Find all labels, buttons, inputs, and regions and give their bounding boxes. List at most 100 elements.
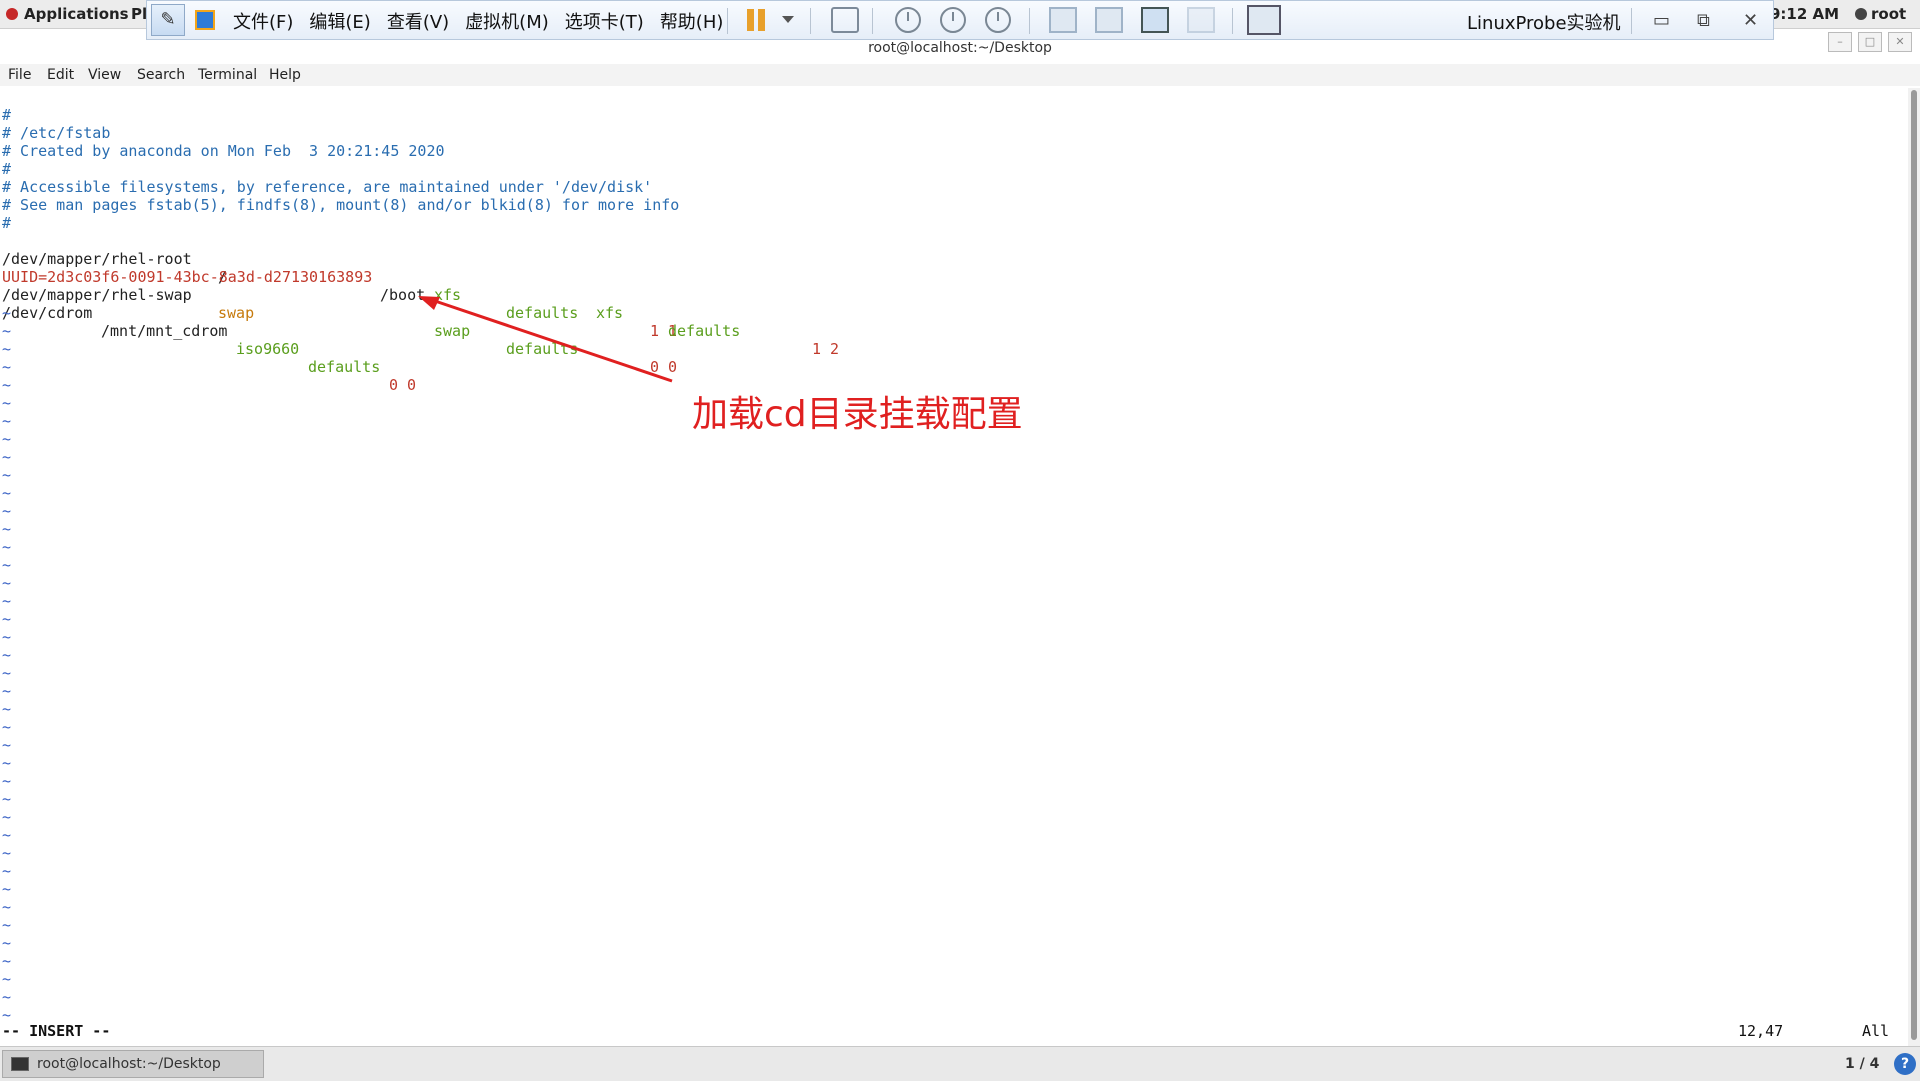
tilde-line: ~: [2, 880, 12, 898]
console-view-icon[interactable]: [1247, 5, 1281, 35]
clock[interactable]: 9:12 AM: [1770, 5, 1839, 23]
tilde-line: ~: [2, 646, 12, 664]
cdrom-mount: /mnt/mnt_cdrom: [101, 322, 228, 340]
tilde-line: ~: [2, 736, 12, 754]
cdrom-nums: 0 0: [389, 376, 417, 394]
user-menu[interactable]: root: [1855, 5, 1906, 23]
terminal-scrollbar[interactable]: [1908, 88, 1920, 1046]
user-label: root: [1871, 5, 1907, 23]
tilde-line: ~: [2, 322, 12, 340]
boot-nums: 1 2: [812, 340, 840, 358]
user-icon: [1855, 8, 1867, 20]
tilde-line: ~: [2, 898, 12, 916]
help-icon[interactable]: ?: [1894, 1053, 1916, 1075]
tilde-line: ~: [2, 592, 12, 610]
swap-fs: swap: [434, 322, 471, 340]
menu-vm[interactable]: 虚拟机(M): [465, 8, 549, 34]
tilde-line: ~: [2, 718, 12, 736]
tilde-line: ~: [2, 556, 12, 574]
swap-nums: 0 0: [650, 358, 678, 376]
sidebar-view-icon[interactable]: [1049, 7, 1077, 33]
fstab-swap-line: /dev/mapper/rhel-swap swap swap defaults…: [2, 268, 1002, 376]
tilde-line: ~: [2, 628, 12, 646]
scrollbar-thumb[interactable]: [1911, 90, 1917, 1040]
comment-line: #: [2, 160, 12, 178]
menu-help[interactable]: 帮助(H): [660, 8, 724, 34]
tilde-line: ~: [2, 952, 12, 970]
tilde-line: ~: [2, 448, 12, 466]
tilde-line: ~: [2, 664, 12, 682]
tilde-line: ~: [2, 790, 12, 808]
tilde-line: ~: [2, 700, 12, 718]
fullscreen-icon[interactable]: [1141, 7, 1169, 33]
pause-icon[interactable]: [745, 7, 773, 33]
window-maximize-icon[interactable]: □: [1858, 32, 1882, 52]
terminal-menu-edit[interactable]: Edit: [47, 67, 74, 83]
menu-file[interactable]: 文件(F): [233, 8, 293, 34]
terminal-menubar: File Edit View Search Terminal Help: [0, 64, 1920, 86]
close-icon[interactable]: ✕: [1743, 10, 1758, 31]
tilde-line: ~: [2, 826, 12, 844]
cdrom-device: /dev/cdrom: [2, 304, 93, 322]
tilde-line: ~: [2, 970, 12, 988]
tilde-line: ~: [2, 772, 12, 790]
taskbar-window-button[interactable]: root@localhost:~/Desktop: [2, 1050, 264, 1078]
comment-line: # Accessible filesystems, by reference, …: [2, 178, 653, 196]
boot-fs: xfs: [596, 304, 624, 322]
vm-library-icon[interactable]: [195, 10, 215, 30]
tilde-line: ~: [2, 754, 12, 772]
fstab-root-line: /dev/mapper/rhel-root / xfs defaults 1 1: [2, 232, 1002, 340]
window-close-icon[interactable]: ✕: [1888, 32, 1912, 52]
tilde-line: ~: [2, 502, 12, 520]
redhat-icon: [6, 8, 18, 20]
vm-title: LinuxProbe实验机: [1467, 13, 1621, 34]
vmware-toolbar: ✎ 文件(F) 编辑(E) 查看(V) 虚拟机(M) 选项卡(T) 帮助(H) …: [146, 0, 1774, 40]
scroll-position: All: [1862, 1022, 1890, 1040]
comment-line: # See man pages fstab(5), findfs(8), mou…: [2, 196, 680, 214]
send-ctrl-alt-del-icon[interactable]: [831, 7, 859, 33]
root-opts: defaults: [506, 304, 579, 322]
minimize-icon[interactable]: ▭: [1653, 10, 1670, 31]
revert-snapshot-icon[interactable]: [940, 7, 966, 33]
restore-icon[interactable]: ⧉: [1697, 10, 1710, 31]
applications-menu[interactable]: Applications: [6, 5, 129, 23]
terminal-menu-view[interactable]: View: [88, 67, 121, 83]
tilde-line: ~: [2, 808, 12, 826]
separator: [1232, 8, 1233, 34]
snapshot-icon[interactable]: [895, 7, 921, 33]
swap-opts: defaults: [506, 340, 579, 358]
workspace-pager[interactable]: 1 / 4: [1845, 1056, 1879, 1072]
cdrom-fs: iso9660: [236, 340, 300, 358]
terminal-menu-file[interactable]: File: [8, 67, 31, 83]
terminal-menu-search[interactable]: Search: [137, 67, 185, 83]
comment-line: # Created by anaconda on Mon Feb 3 20:21…: [2, 142, 445, 160]
tilde-line: ~: [2, 862, 12, 880]
terminal-menu-help[interactable]: Help: [269, 67, 301, 83]
terminal-menu-terminal[interactable]: Terminal: [198, 67, 257, 83]
tilde-line: ~: [2, 340, 12, 358]
snapshot-manager-icon[interactable]: [985, 7, 1011, 33]
places-menu[interactable]: Pl: [131, 5, 147, 23]
terminal-content[interactable]: # # /etc/fstab # Created by anaconda on …: [0, 88, 1908, 1048]
pin-icon[interactable]: ✎: [151, 4, 185, 36]
tilde-line: ~: [2, 610, 12, 628]
fstab-boot-line: UUID=2d3c03f6-0091-43bc-8a3d-d2713016389…: [2, 250, 1002, 358]
separator: [1029, 8, 1030, 34]
window-title: root@localhost:~/Desktop: [868, 40, 1052, 56]
fstab-cdrom-line: /dev/cdrom /mnt/mnt_cdrom iso9660 defaul…: [2, 286, 1002, 394]
comment-line: # /etc/fstab: [2, 124, 111, 142]
separator: [810, 8, 811, 34]
menu-view[interactable]: 查看(V): [387, 8, 449, 34]
tilde-line: ~: [2, 988, 12, 1006]
taskbar-window-label: root@localhost:~/Desktop: [37, 1056, 221, 1072]
chevron-down-icon[interactable]: [782, 16, 794, 23]
menu-edit[interactable]: 编辑(E): [309, 8, 370, 34]
tilde-line: ~: [2, 412, 12, 430]
unity-icon[interactable]: [1187, 7, 1215, 33]
tilde-line: ~: [2, 916, 12, 934]
menu-tabs[interactable]: 选项卡(T): [565, 8, 644, 34]
window-minimize-icon[interactable]: –: [1828, 32, 1852, 52]
cursor-position: 12,47: [1738, 1022, 1784, 1040]
comment-line: #: [2, 214, 12, 232]
thumbnail-view-icon[interactable]: [1095, 7, 1123, 33]
